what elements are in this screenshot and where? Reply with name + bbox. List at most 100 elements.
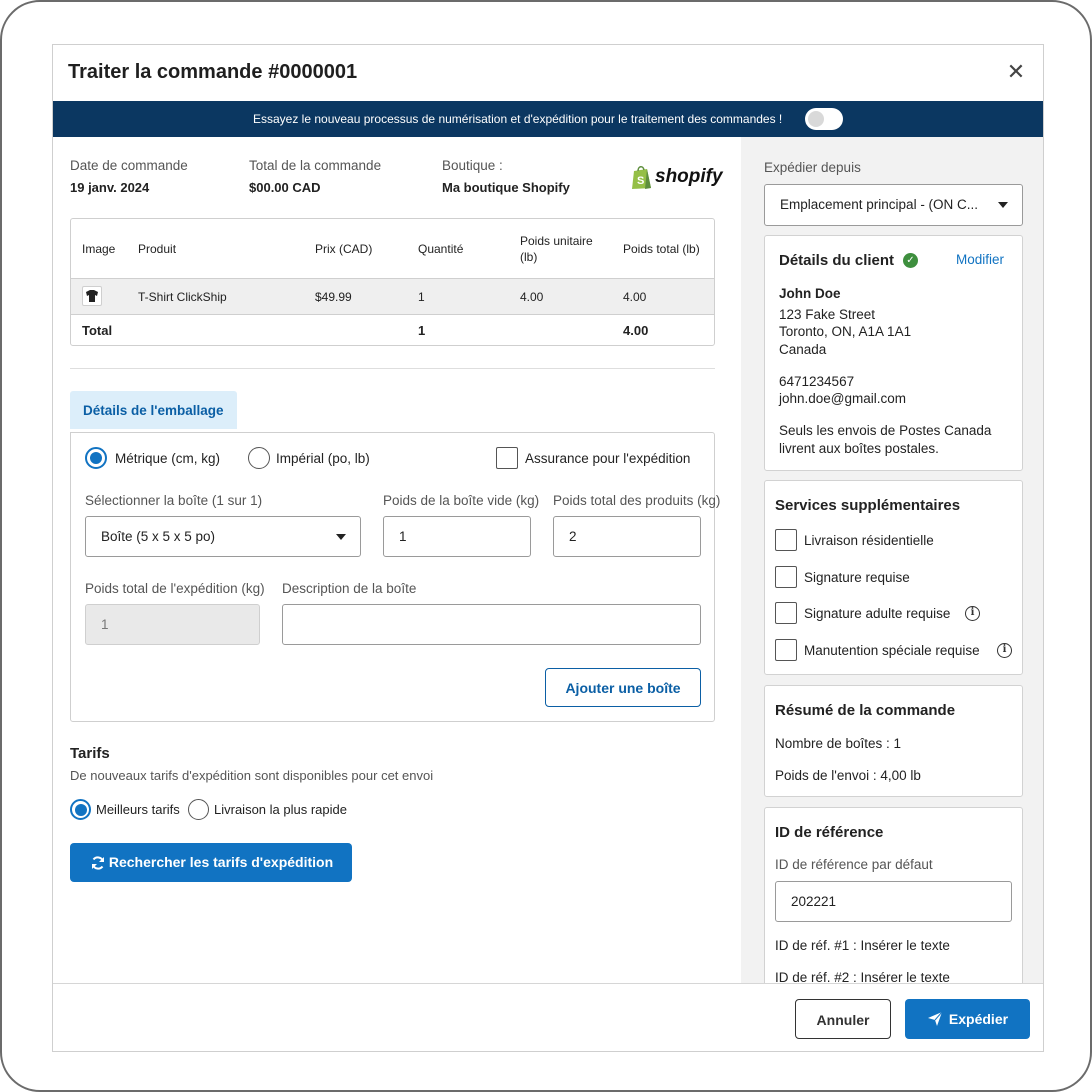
description-input[interactable] bbox=[282, 604, 701, 645]
search-rates-label: Rechercher les tarifs d'expédition bbox=[108, 854, 334, 870]
box-select-value: Boîte (5 x 5 x 5 po) bbox=[101, 529, 216, 544]
reference-title: ID de référence bbox=[775, 824, 884, 841]
tshirt-icon bbox=[86, 290, 98, 302]
customer-country: Canada bbox=[779, 342, 827, 357]
reference-id-card: ID de référence ID de référence par défa… bbox=[764, 807, 1023, 1007]
header-unit-weight: Poids unitaire bbox=[520, 234, 593, 248]
reference-default-label: ID de référence par défaut bbox=[775, 857, 933, 872]
shipment-weight-label: Poids total de l'expédition (kg) bbox=[85, 581, 265, 596]
rates-subtitle: De nouveaux tarifs d'expédition sont dis… bbox=[70, 768, 434, 783]
customer-note-line1: Seuls les envois de Postes Canada bbox=[779, 423, 992, 438]
chevron-down-icon bbox=[336, 534, 346, 540]
ship-button-label: Expédier bbox=[948, 1011, 1009, 1027]
fastest-label: Livraison la plus rapide bbox=[214, 802, 347, 817]
shop-value: Ma boutique Shopify bbox=[442, 180, 570, 195]
search-rates-button[interactable]: Rechercher les tarifs d'expédition bbox=[70, 843, 352, 882]
insurance-checkbox[interactable] bbox=[496, 447, 518, 469]
info-icon[interactable]: i bbox=[997, 643, 1012, 658]
promo-banner: Essayez le nouveau processus de numérisa… bbox=[53, 101, 1043, 137]
packaging-panel: Métrique (cm, kg) Impérial (po, lb) Assu… bbox=[70, 432, 720, 722]
shopify-wordmark: shopify bbox=[655, 166, 723, 187]
signature-checkbox[interactable] bbox=[775, 566, 797, 588]
order-date-value: 19 janv. 2024 bbox=[70, 180, 150, 195]
refresh-icon bbox=[92, 856, 104, 870]
cell-price: $49.99 bbox=[315, 290, 352, 304]
products-weight-label: Poids total des produits (kg) bbox=[553, 493, 721, 508]
header-total-weight: Poids total (lb) bbox=[623, 242, 700, 256]
new-process-toggle[interactable] bbox=[805, 108, 843, 130]
customer-email: john.doe@gmail.com bbox=[779, 391, 907, 406]
box-select-label: Sélectionner la boîte (1 sur 1) bbox=[85, 493, 263, 508]
modal-title: Traiter la commande #0000001 bbox=[68, 61, 358, 83]
shopify-logo: S shopify bbox=[631, 163, 723, 193]
svg-text:S: S bbox=[637, 175, 644, 187]
table-total-row: Total 1 4.00 bbox=[71, 315, 714, 345]
order-total-value: $00.00 CAD bbox=[249, 180, 321, 195]
products-weight-input[interactable]: 2 bbox=[553, 516, 701, 557]
reference-1[interactable]: ID de réf. #1 : Insérer le texte bbox=[775, 938, 950, 953]
description-label: Description de la boîte bbox=[282, 581, 417, 596]
imperial-label: Impérial (po, lb) bbox=[276, 451, 370, 466]
cell-unit-weight: 4.00 bbox=[520, 290, 544, 304]
metric-radio[interactable] bbox=[85, 447, 107, 469]
table-row: T-Shirt ClickShip $49.99 1 4.00 4.00 bbox=[71, 279, 714, 315]
table-header-row: Image Produit Prix (CAD) Quantité Poids … bbox=[71, 219, 714, 279]
customer-city: Toronto, ON, A1A 1A1 bbox=[779, 324, 912, 339]
total-quantity: 1 bbox=[418, 323, 426, 338]
total-weight: 4.00 bbox=[623, 323, 649, 338]
process-order-modal: Traiter la commande #0000001 ✕ Essayez l… bbox=[52, 44, 1044, 1052]
ship-from-label: Expédier depuis bbox=[764, 160, 861, 175]
send-icon bbox=[928, 1011, 943, 1026]
toggle-knob bbox=[808, 111, 824, 127]
banner-text: Essayez le nouveau processus de numérisa… bbox=[253, 112, 783, 126]
order-total-label: Total de la commande bbox=[249, 158, 382, 173]
chevron-down-icon bbox=[998, 202, 1008, 208]
best-rates-label: Meilleurs tarifs bbox=[96, 802, 180, 817]
customer-title: Détails du client bbox=[779, 252, 895, 269]
cancel-button[interactable]: Annuler bbox=[795, 999, 891, 1039]
special-handling-label: Manutention spéciale requise bbox=[804, 643, 980, 658]
header-image: Image bbox=[82, 242, 116, 256]
extra-services-card: Services supplémentaires Livraison résid… bbox=[764, 480, 1023, 675]
reference-default-input[interactable]: 202221 bbox=[775, 881, 1012, 922]
residential-label: Livraison résidentielle bbox=[804, 533, 934, 548]
cell-product: T-Shirt ClickShip bbox=[138, 290, 227, 304]
header-product: Produit bbox=[138, 242, 177, 256]
fastest-radio[interactable] bbox=[188, 799, 209, 820]
ship-from-select[interactable]: Emplacement principal - (ON C... bbox=[764, 184, 1023, 226]
modal-header: Traiter la commande #0000001 ✕ bbox=[53, 45, 1043, 101]
summary-title: Résumé de la commande bbox=[775, 702, 956, 719]
order-summary-card: Résumé de la commande Nombre de boîtes :… bbox=[764, 685, 1023, 797]
section-divider bbox=[70, 368, 715, 369]
ship-button[interactable]: Expédier bbox=[905, 999, 1030, 1039]
customer-note-line2: livrent aux boîtes postales. bbox=[779, 441, 939, 456]
signature-label: Signature requise bbox=[804, 570, 910, 585]
cell-quantity: 1 bbox=[418, 290, 425, 304]
empty-weight-input[interactable]: 1 bbox=[383, 516, 531, 557]
empty-weight-label: Poids de la boîte vide (kg) bbox=[383, 493, 540, 508]
imperial-radio[interactable] bbox=[248, 447, 270, 469]
shopify-bag-icon: S bbox=[632, 166, 651, 189]
edit-customer-link[interactable]: Modifier bbox=[956, 252, 1004, 267]
shipment-weight-input: 1 bbox=[85, 604, 260, 645]
order-date-label: Date de commande bbox=[70, 158, 188, 173]
screenshot-frame: Traiter la commande #0000001 ✕ Essayez l… bbox=[0, 0, 1092, 1092]
tab-packaging-details[interactable]: Détails de l'emballage bbox=[70, 391, 237, 429]
residential-checkbox[interactable] bbox=[775, 529, 797, 551]
add-box-button[interactable]: Ajouter une boîte bbox=[545, 668, 701, 707]
total-label: Total bbox=[82, 323, 113, 338]
adult-signature-checkbox[interactable] bbox=[775, 602, 797, 624]
close-icon[interactable]: ✕ bbox=[1003, 59, 1029, 85]
best-rates-radio[interactable] bbox=[70, 799, 91, 820]
shop-label: Boutique : bbox=[442, 158, 503, 173]
header-price: Prix (CAD) bbox=[315, 242, 373, 256]
customer-street: 123 Fake Street bbox=[779, 307, 876, 322]
product-thumbnail bbox=[82, 286, 102, 306]
box-select[interactable]: Boîte (5 x 5 x 5 po) bbox=[85, 516, 361, 557]
special-handling-checkbox[interactable] bbox=[775, 639, 797, 661]
check-circle-icon: ✓ bbox=[903, 253, 918, 268]
info-icon[interactable]: i bbox=[965, 606, 980, 621]
modal-footer: Annuler Expédier bbox=[53, 983, 1043, 1051]
summary-weight: Poids de l'envoi : 4,00 lb bbox=[775, 768, 921, 783]
summary-boxes: Nombre de boîtes : 1 bbox=[775, 736, 902, 751]
